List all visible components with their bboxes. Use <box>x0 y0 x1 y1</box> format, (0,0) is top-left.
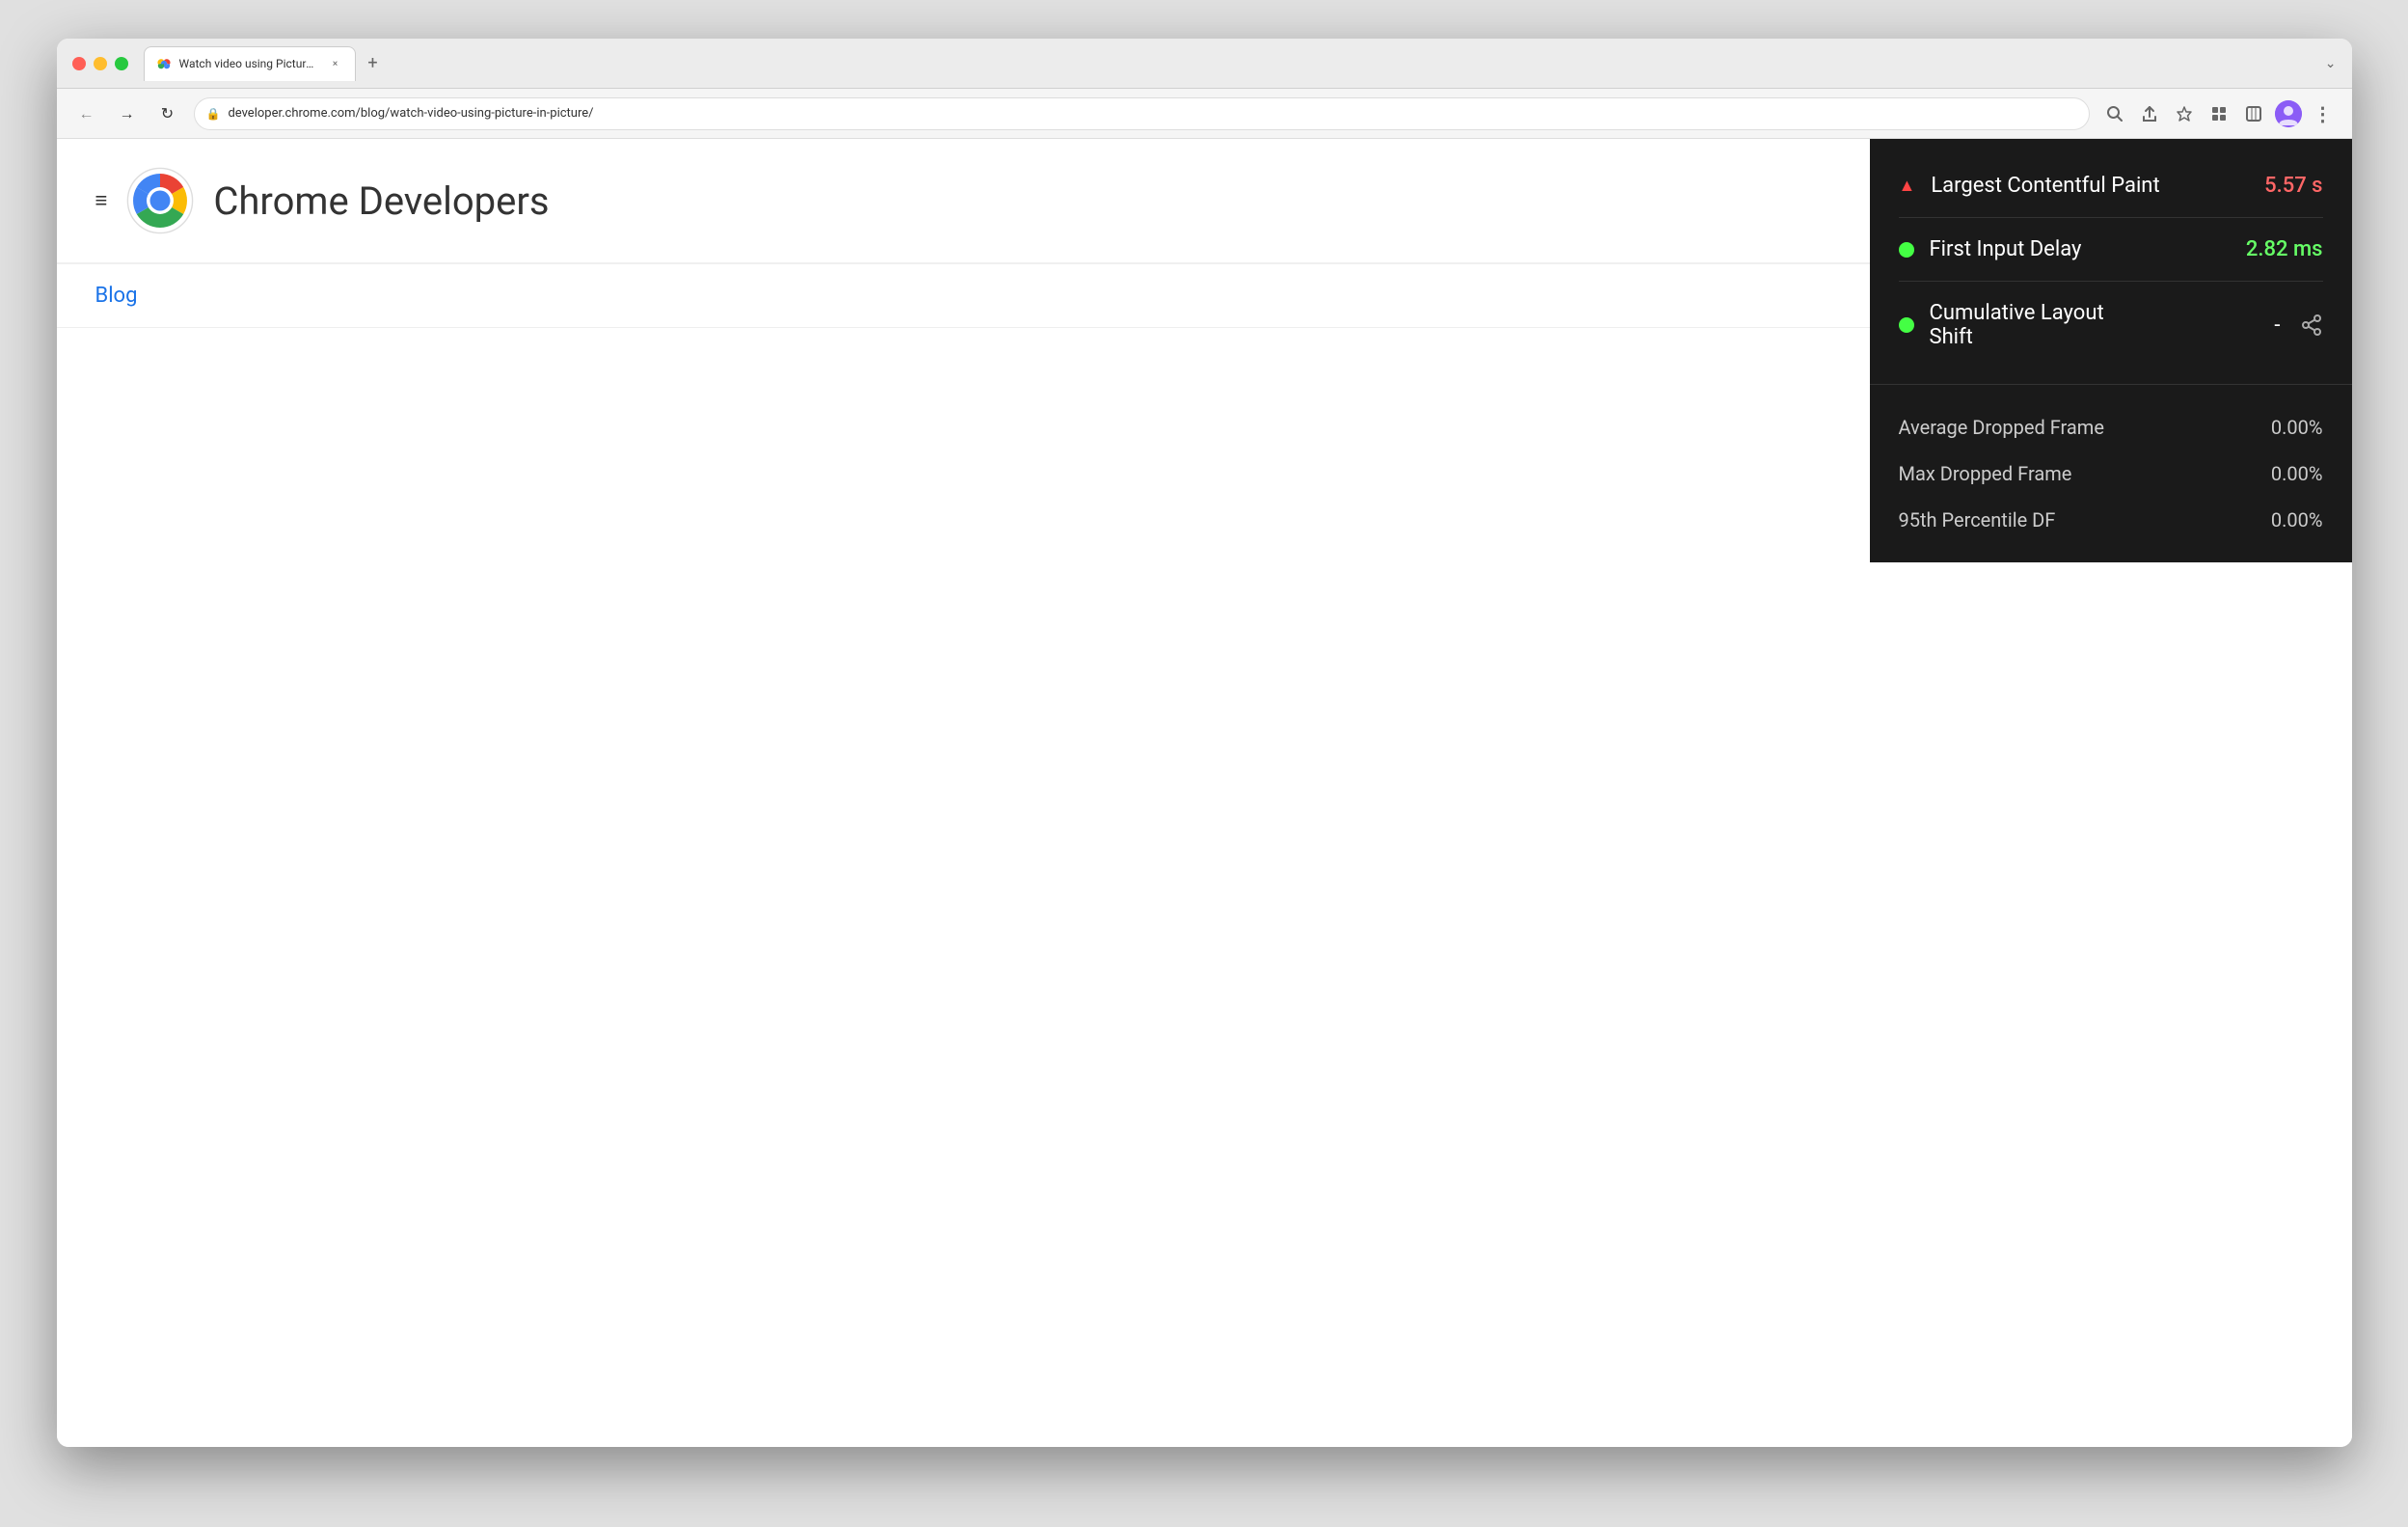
cls-value: - <box>2274 314 2280 338</box>
bookmark-button[interactable] <box>2171 100 2198 127</box>
max-dropped-value: 0.00% <box>2271 462 2323 485</box>
cls-metric: Cumulative Layout Shift - <box>1899 286 2323 365</box>
core-vitals-section: ▲ Largest Contentful Paint 5.57 s First … <box>1870 139 2352 385</box>
reload-button[interactable]: ↻ <box>153 99 182 128</box>
extensions-icon <box>2210 105 2228 123</box>
title-bar: Watch video using Picture-in-P × + ⌄ <box>57 39 2352 89</box>
window-icon <box>2245 105 2262 123</box>
menu-button[interactable]: ⋮ <box>2310 100 2337 127</box>
fid-metric: First Input Delay 2.82 ms <box>1899 222 2323 277</box>
lcp-metric: ▲ Largest Contentful Paint 5.57 s <box>1899 158 2323 213</box>
minimize-button[interactable] <box>94 57 107 70</box>
cls-indicator <box>1899 317 1914 333</box>
browser-window: Watch video using Picture-in-P × + ⌄ ← →… <box>57 39 2352 1447</box>
profile-avatar <box>2275 100 2302 127</box>
max-dropped-row: Max Dropped Frame 0.00% <box>1899 450 2323 497</box>
hamburger-menu[interactable]: ≡ <box>95 188 108 213</box>
tab-favicon <box>156 56 172 71</box>
browser-toolbar: ← → ↻ 🔒 developer.chrome.com/blog/watch-… <box>57 89 2352 139</box>
tab-dropdown-button[interactable]: ⌄ <box>2325 56 2337 71</box>
fid-value: 2.82 ms <box>2246 237 2323 261</box>
search-button[interactable] <box>2101 100 2128 127</box>
back-button[interactable]: ← <box>72 99 101 128</box>
address-bar[interactable]: 🔒 developer.chrome.com/blog/watch-video-… <box>194 97 2090 130</box>
lcp-name: Largest Contentful Paint <box>1931 174 2249 198</box>
blog-link[interactable]: Blog <box>95 284 138 308</box>
profile-button[interactable] <box>2275 100 2302 127</box>
page-title: Chrome Developers <box>213 178 549 224</box>
share-button[interactable] <box>2136 100 2163 127</box>
percentile-row: 95th Percentile DF 0.00% <box>1899 497 2323 543</box>
tab-close-button[interactable]: × <box>328 56 343 71</box>
star-icon <box>2176 105 2193 123</box>
tab-bar: Watch video using Picture-in-P × + ⌄ <box>144 46 2337 81</box>
fid-indicator <box>1899 242 1914 258</box>
percentile-name: 95th Percentile DF <box>1899 508 2056 532</box>
percentile-value: 0.00% <box>2271 508 2323 532</box>
share-icon[interactable] <box>2300 314 2323 337</box>
lcp-warning-icon: ▲ <box>1899 176 1916 196</box>
toolbar-actions: ⋮ <box>2101 100 2337 127</box>
fid-name: First Input Delay <box>1930 237 2231 261</box>
traffic-lights <box>72 57 128 70</box>
content-area: ≡ Chrome De <box>57 139 2352 1447</box>
cls-name: Cumulative Layout Shift <box>1930 301 2119 349</box>
forward-button[interactable]: → <box>113 99 142 128</box>
avg-dropped-name: Average Dropped Frame <box>1899 416 2104 439</box>
close-button[interactable] <box>72 57 86 70</box>
max-dropped-name: Max Dropped Frame <box>1899 462 2072 485</box>
url-text: developer.chrome.com/blog/watch-video-us… <box>228 106 593 121</box>
maximize-button[interactable] <box>115 57 128 70</box>
extensions-button[interactable] <box>2205 100 2232 127</box>
chrome-logo <box>126 167 194 234</box>
lock-icon: 🔒 <box>206 107 221 121</box>
performance-overlay: ▲ Largest Contentful Paint 5.57 s First … <box>1870 139 2352 562</box>
share-icon <box>2141 105 2158 123</box>
avg-dropped-row: Average Dropped Frame 0.00% <box>1899 404 2323 450</box>
frame-metrics-section: Average Dropped Frame 0.00% Max Dropped … <box>1870 385 2352 562</box>
avg-dropped-value: 0.00% <box>2271 416 2323 439</box>
window-button[interactable] <box>2240 100 2267 127</box>
active-tab[interactable]: Watch video using Picture-in-P × <box>144 46 356 81</box>
new-tab-button[interactable]: + <box>360 50 387 77</box>
lcp-value: 5.57 s <box>2264 174 2322 198</box>
search-icon <box>2106 105 2124 123</box>
tab-title: Watch video using Picture-in-P <box>179 57 320 70</box>
